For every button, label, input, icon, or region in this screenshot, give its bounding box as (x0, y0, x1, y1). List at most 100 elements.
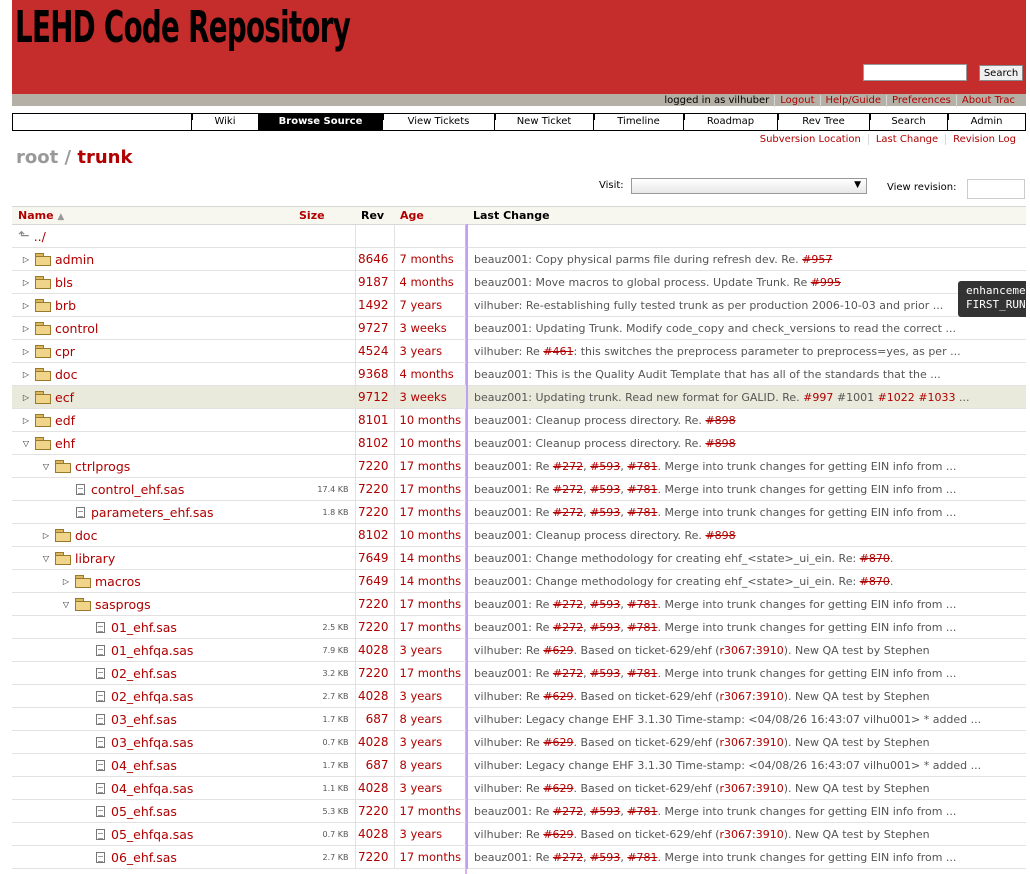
ticket-link[interactable]: #272 (553, 805, 583, 818)
age-link[interactable]: 7 months (394, 247, 468, 271)
rev-link[interactable]: 8646 (355, 247, 395, 271)
rev-link[interactable]: 7220 (355, 477, 395, 501)
expand-icon[interactable]: ▷ (20, 347, 32, 356)
file-link[interactable]: 03_ehfqa.sas (111, 735, 193, 750)
rev-link[interactable]: 7649 (355, 569, 395, 593)
age-link[interactable]: 17 months (394, 661, 468, 685)
folder-row[interactable]: ▷ cpr 4524 3 years vilhuber: Re #461: this s… (12, 339, 1026, 363)
age-link[interactable]: 4 months (394, 270, 468, 294)
rev-link[interactable]: 9727 (355, 316, 395, 340)
age-link[interactable]: 3 years (394, 684, 468, 708)
ticket-link[interactable]: #629 (543, 644, 573, 657)
last-change-link[interactable]: Last Change (867, 134, 945, 145)
file-link[interactable]: 04_ehf.sas (111, 758, 177, 773)
rev-link[interactable]: 4028 (355, 638, 395, 662)
rev-link[interactable]: 4028 (355, 776, 395, 800)
rev-link[interactable]: 9368 (355, 362, 395, 386)
parent-row[interactable]: ⬑ ../ (12, 224, 1026, 248)
file-row[interactable]: 06_ehf.sas 2.7 KB 7220 17 months beauz001: R… (12, 845, 1026, 869)
file-row[interactable]: 04_ehfqa.sas 1.1 KB 4028 3 years vilhuber: R… (12, 776, 1026, 800)
age-link[interactable]: 17 months (394, 592, 468, 616)
age-link[interactable]: 8 years (394, 753, 468, 777)
file-row[interactable]: 03_ehf.sas 1.7 KB 687 8 years vilhuber: Lega… (12, 707, 1026, 731)
file-link[interactable]: 06_ehf.sas (111, 850, 177, 865)
file-link[interactable]: 02_ehf.sas (111, 666, 177, 681)
file-row[interactable]: 05_ehf.sas 5.3 KB 7220 17 months beauz001: R… (12, 799, 1026, 823)
folder-row[interactable]: ▷ doc 8102 10 months beauz001: Cleanup proce… (12, 523, 1026, 547)
rev-link[interactable]: 7220 (355, 661, 395, 685)
tab-search[interactable]: Search (869, 114, 947, 130)
ticket-link[interactable]: #629 (543, 782, 573, 795)
folder-row[interactable]: ▽ ctrlprogs 7220 17 months beauz001: Re #272… (12, 454, 1026, 478)
rev-link[interactable]: 7649 (355, 546, 395, 570)
tab-wiki[interactable]: Wiki (191, 114, 258, 130)
ticket-link[interactable]: #781 (627, 506, 657, 519)
about-link[interactable]: About Trac (955, 95, 1020, 107)
folder-row[interactable]: ▷ brb 1492 7 years vilhuber: Re-establishing… (12, 293, 1026, 317)
ticket-link[interactable]: #272 (553, 598, 583, 611)
logout-link[interactable]: Logout (774, 95, 819, 107)
ticket-link[interactable]: #272 (553, 460, 583, 473)
age-link[interactable]: 3 weeks (394, 385, 468, 409)
ticket-link[interactable]: #1001 (837, 391, 874, 404)
parent-link[interactable]: ../ (34, 229, 46, 244)
changeset-link[interactable]: r3067:3910 (720, 736, 784, 749)
expand-icon[interactable]: ▷ (40, 531, 52, 540)
file-link[interactable]: 05_ehf.sas (111, 804, 177, 819)
rev-link[interactable]: 7220 (355, 615, 395, 639)
file-row[interactable]: 02_ehf.sas 3.2 KB 7220 17 months beauz001: R… (12, 661, 1026, 685)
file-link[interactable]: 01_ehfqa.sas (111, 643, 193, 658)
age-link[interactable]: 17 months (394, 454, 468, 478)
file-row[interactable]: parameters_ehf.sas 1.8 KB 7220 17 months bea… (12, 500, 1026, 524)
expand-icon[interactable]: ▷ (20, 301, 32, 310)
ticket-link[interactable]: #781 (627, 851, 657, 864)
age-link[interactable]: 17 months (394, 615, 468, 639)
folder-row[interactable]: ▷ macros 7649 14 months beauz001: Change met… (12, 569, 1026, 593)
age-link[interactable]: 3 years (394, 776, 468, 800)
tab-rev-tree[interactable]: Rev Tree (777, 114, 869, 130)
file-row[interactable]: 02_ehfqa.sas 2.7 KB 4028 3 years vilhuber: R… (12, 684, 1026, 708)
file-link[interactable]: parameters_ehf.sas (91, 505, 214, 520)
folder-link[interactable]: edf (55, 413, 75, 428)
file-link[interactable]: 01_ehf.sas (111, 620, 177, 635)
file-row[interactable]: 01_ehfqa.sas 7.9 KB 4028 3 years vilhuber: R… (12, 638, 1026, 662)
folder-row[interactable]: ▷ control 9727 3 weeks beauz001: Updating Tr… (12, 316, 1026, 340)
ticket-link[interactable]: #593 (590, 598, 620, 611)
ticket-link[interactable]: #898 (705, 437, 735, 450)
revision-log-link[interactable]: Revision Log (945, 134, 1023, 145)
folder-row[interactable]: ▷ bls 9187 4 months beauz001: Move macros to… (12, 270, 1026, 294)
changeset-link[interactable]: r3067:3910 (720, 782, 784, 795)
header-age[interactable]: Age (394, 206, 467, 225)
age-link[interactable]: 17 months (394, 845, 468, 869)
tab-view-tickets[interactable]: View Tickets (382, 114, 494, 130)
collapse-icon[interactable]: ▽ (60, 600, 72, 609)
header-size[interactable]: Size (293, 206, 355, 225)
ticket-link[interactable]: #898 (705, 414, 735, 427)
age-link[interactable]: 4 months (394, 362, 468, 386)
folder-link[interactable]: doc (75, 528, 97, 543)
folder-link[interactable]: cpr (55, 344, 75, 359)
age-link[interactable]: 8 years (394, 707, 468, 731)
ticket-link[interactable]: #593 (590, 805, 620, 818)
folder-link[interactable]: ecf (55, 390, 74, 405)
age-link[interactable]: 14 months (394, 546, 468, 570)
folder-link[interactable]: admin (55, 252, 94, 267)
search-button[interactable]: Search (979, 65, 1023, 81)
rev-link[interactable]: 7220 (355, 454, 395, 478)
collapse-icon[interactable]: ▽ (20, 439, 32, 448)
folder-row[interactable]: ▷ ecf 9712 3 weeks beauz001: Updating trunk.… (12, 385, 1026, 409)
rev-link[interactable]: 7220 (355, 500, 395, 524)
preferences-link[interactable]: Preferences (886, 95, 956, 107)
ticket-link[interactable]: #272 (553, 483, 583, 496)
rev-link[interactable]: 687 (355, 753, 395, 777)
ticket-link[interactable]: #272 (553, 851, 583, 864)
folder-row[interactable]: ▽ library 7649 14 months beauz001: Change me… (12, 546, 1026, 570)
age-link[interactable]: 3 years (394, 730, 468, 754)
tab-new-ticket[interactable]: New Ticket (494, 114, 593, 130)
expand-icon[interactable]: ▷ (20, 393, 32, 402)
ticket-link[interactable]: #461 (543, 345, 573, 358)
age-link[interactable]: 14 months (394, 569, 468, 593)
tab-admin[interactable]: Admin (947, 114, 1025, 130)
ticket-link[interactable]: #593 (590, 506, 620, 519)
folder-row[interactable]: ▽ ehf 8102 10 months beauz001: Cleanup proce… (12, 431, 1026, 455)
